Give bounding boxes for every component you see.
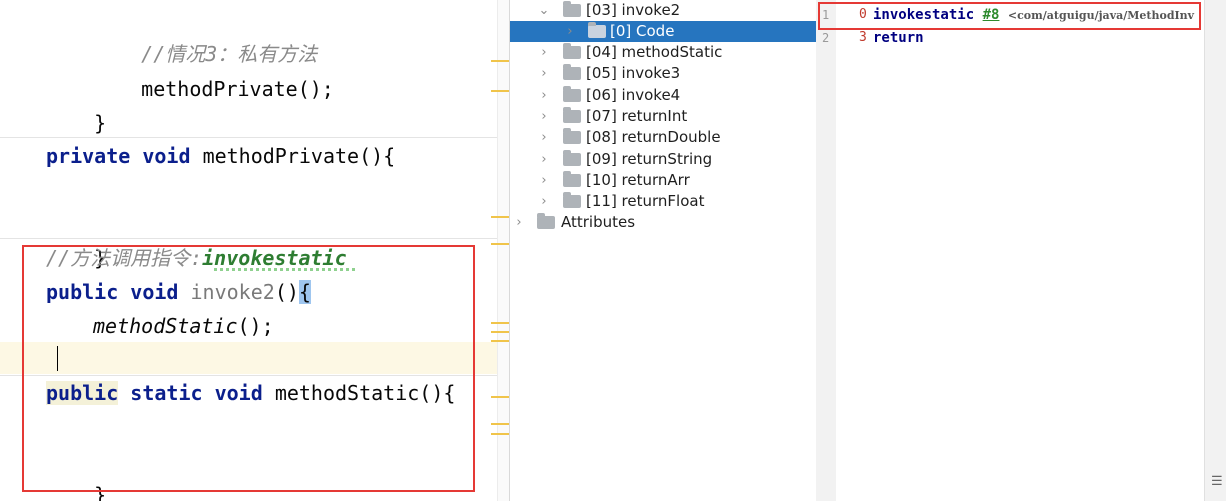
tree-item-invoke2[interactable]: ⌄ [03] invoke2 [510,0,817,21]
bytecode-gutter [816,0,836,501]
folder-icon [563,43,581,59]
stripe-marker[interactable] [491,396,509,398]
opcode-text: return [873,30,924,46]
tree-item-attributes[interactable]: › Attributes [510,212,817,233]
code-line-comment-case3[interactable]: //情况3：私有方法 [93,3,317,66]
tree-item-returnfloat[interactable]: › [11] returnFloat [510,191,817,212]
chevron-right-icon[interactable]: › [537,85,551,106]
error-stripe-gutter[interactable] [497,0,509,501]
tree-item-label: [07] returnInt [586,107,688,125]
bytecode-offset: 3 [859,30,867,45]
tree-item-label: Attributes [561,213,636,231]
tree-item-returnarr[interactable]: › [10] returnArr [510,170,817,191]
tree-item-label: [08] returnDouble [586,128,721,146]
chevron-right-icon[interactable]: › [537,149,551,170]
tree-item-label: [11] returnFloat [586,192,705,210]
folder-icon [563,128,581,144]
stripe-marker[interactable] [491,423,509,425]
folder-icon [563,107,581,123]
code-line-private-decl[interactable]: private void methodPrivate(){ [46,139,395,173]
tree-item-label: [05] invoke3 [586,64,681,82]
tree-item-returndouble[interactable]: › [08] returnDouble [510,127,817,148]
stripe-marker[interactable] [491,322,509,324]
tree-item-label: [09] returnString [586,150,713,168]
folder-icon [563,1,581,17]
stripe-marker[interactable] [491,90,509,92]
folder-icon [563,150,581,166]
line-number: 2 [822,31,830,45]
tree-item-label: [04] methodStatic [586,43,723,61]
tree-item-label: [06] invoke4 [586,86,681,104]
keyword-private: private [46,144,131,168]
keyword-void: void [142,144,191,168]
code-editor[interactable]: //情况3：私有方法 methodPrivate(); } private vo… [0,0,509,501]
annotation-highlight-box [22,245,475,492]
chevron-right-icon[interactable]: › [537,106,551,127]
tree-item-label: [03] invoke2 [586,1,681,19]
chevron-right-icon[interactable]: › [537,63,551,84]
jclasslib-tree-panel[interactable]: ⌄ [03] invoke2 › [0] Code › [04] methodS… [509,0,817,501]
folder-icon [563,192,581,208]
bytecode-text-area[interactable] [836,0,1204,501]
vertical-scrollbar[interactable]: ☰ [1204,0,1226,501]
stripe-marker[interactable] [491,60,509,62]
tree-item-returnstring[interactable]: › [09] returnString [510,149,817,170]
tree-item-methodstatic[interactable]: › [04] methodStatic [510,42,817,63]
method-declaration-text: methodPrivate(){ [202,144,396,168]
chevron-right-icon[interactable]: › [537,127,551,148]
menu-icon[interactable]: ☰ [1211,474,1223,490]
tree-item-returnint[interactable]: › [07] returnInt [510,106,817,127]
chevron-down-icon[interactable]: ⌄ [537,0,551,21]
stripe-marker[interactable] [491,331,509,333]
stripe-marker[interactable] [491,243,509,245]
folder-icon [588,22,606,38]
chevron-right-icon[interactable]: › [563,21,577,42]
code-line-close-brace[interactable]: } [46,72,106,135]
bytecode-panel[interactable]: ☰ 1 0 invokestatic #8 <com/atguigu/java/… [816,0,1226,501]
chevron-right-icon[interactable]: › [537,42,551,63]
folder-icon [563,64,581,80]
stripe-marker[interactable] [491,216,509,218]
brace-text: } [94,111,107,135]
code-line-call-private[interactable]: methodPrivate(); [93,38,334,101]
folder-icon [563,171,581,187]
method-call-text: methodPrivate(); [141,77,334,101]
tree-item-label: [10] returnArr [586,171,690,189]
stripe-marker[interactable] [491,433,509,435]
folder-icon [563,86,581,102]
code-line-close-brace[interactable]: } [46,207,106,270]
annotation-highlight-box [818,2,1201,30]
tree-item-code[interactable]: › [0] Code [510,21,817,42]
bytecode-row[interactable]: 2 3 return [816,27,1204,49]
folder-icon [537,213,555,229]
chevron-right-icon[interactable]: › [537,170,551,191]
stripe-marker[interactable] [491,340,509,342]
tree-item-label: [0] Code [610,22,675,40]
chevron-right-icon[interactable]: › [512,212,526,233]
chevron-right-icon[interactable]: › [537,191,551,212]
tree-item-invoke4[interactable]: › [06] invoke4 [510,85,817,106]
tree-item-invoke3[interactable]: › [05] invoke3 [510,63,817,84]
